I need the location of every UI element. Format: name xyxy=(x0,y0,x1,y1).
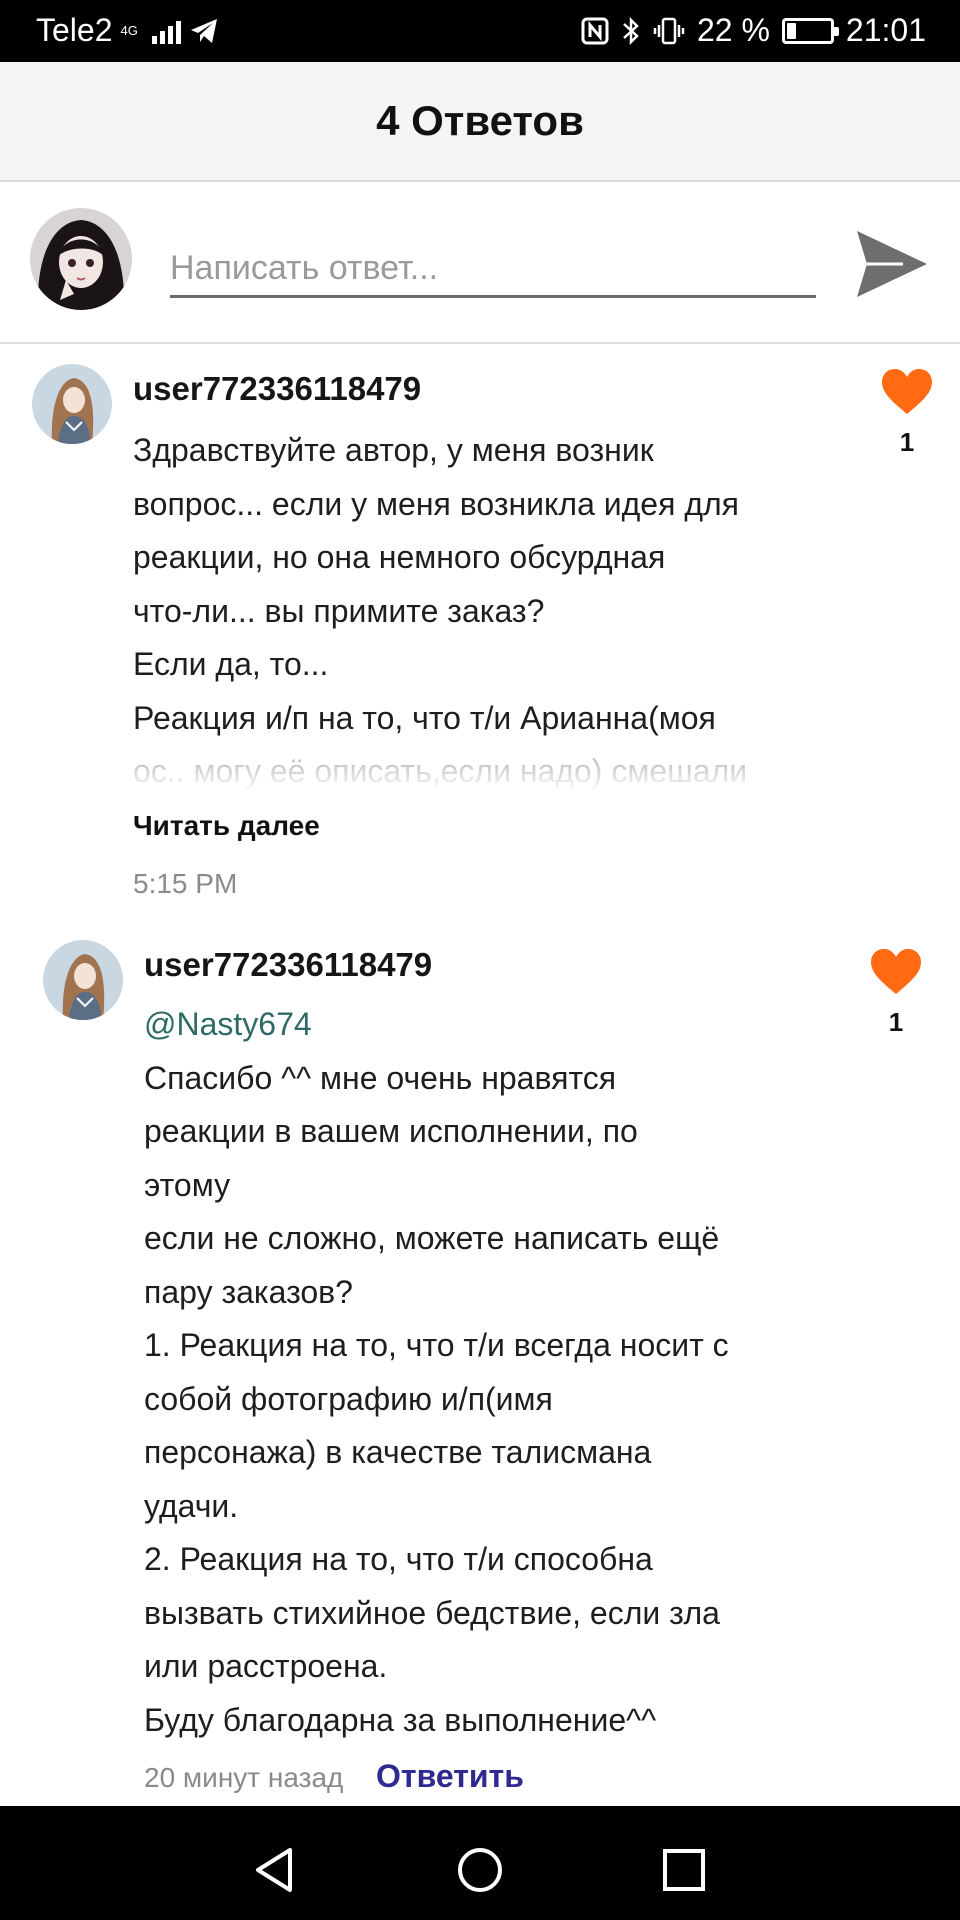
battery-icon xyxy=(781,17,839,44)
status-left: Tele2 4G xyxy=(36,12,219,49)
reply-button[interactable]: Ответить xyxy=(376,1758,524,1795)
text-line: вызвать стихийное бедствие, если зла xyxy=(144,1594,720,1631)
nav-recents-button[interactable] xyxy=(654,1840,714,1900)
my-avatar[interactable] xyxy=(30,208,132,310)
text-line: Буду благодарна за выполнение^^ xyxy=(144,1701,657,1738)
comment-time: 5:15 PM xyxy=(133,868,238,899)
nfc-icon xyxy=(581,17,609,44)
send-icon xyxy=(857,231,927,297)
clock: 21:01 xyxy=(845,12,926,48)
text-line: Реакция и/п на то, что т/и Арианна(моя xyxy=(133,699,716,736)
text-line: 1. Реакция на то, что т/и всегда носит с xyxy=(144,1327,729,1363)
status-right: 22 % 21:01 xyxy=(581,12,926,49)
text-line: если не сложно, можете написать ещё xyxy=(144,1220,720,1256)
text-line: пару заказов? xyxy=(144,1273,353,1310)
text-line: или расстроена. xyxy=(144,1648,388,1684)
read-more-link[interactable]: Читать далее xyxy=(133,810,320,842)
text-line: Если да, то... xyxy=(133,646,329,682)
like-count: 1 xyxy=(899,427,915,457)
avatar-image xyxy=(32,364,112,444)
nav-home-button[interactable] xyxy=(450,1840,510,1900)
text-line: что-ли... вы примите заказ? xyxy=(133,592,545,629)
signal-icon xyxy=(151,18,181,44)
mention-link[interactable]: @Nasty674 xyxy=(144,998,729,1052)
comment-author[interactable]: user772336118479 xyxy=(133,370,421,408)
carrier-name: Tele2 xyxy=(36,12,113,48)
comment-avatar[interactable] xyxy=(32,364,112,444)
text-line: реакции в вашем исполнении, по xyxy=(144,1113,638,1149)
text-line: реакции, но она немного обсурдная xyxy=(133,539,666,575)
nav-back-button[interactable] xyxy=(244,1840,304,1900)
avatar-image xyxy=(30,208,132,310)
comment-item: user772336118479 @Nasty674 Спасибо ^^ мн… xyxy=(0,918,960,1806)
heart-icon xyxy=(882,369,932,414)
bluetooth-icon xyxy=(623,16,639,45)
comment-item: user772336118479 Здравствуйте автор, у м… xyxy=(0,344,960,904)
text-fade xyxy=(133,740,813,790)
avatar-image xyxy=(43,940,123,1020)
like-button[interactable]: 1 xyxy=(877,368,937,458)
like-button[interactable]: 1 xyxy=(866,948,926,1038)
reply-input[interactable] xyxy=(170,242,816,298)
comment-avatar[interactable] xyxy=(43,940,123,1020)
network-type: 4G xyxy=(120,23,138,38)
vibrate-icon xyxy=(653,17,685,44)
text-line: удачи. xyxy=(144,1487,239,1524)
comment-time: 20 минут назад xyxy=(144,1762,344,1793)
system-nav-bar xyxy=(0,1806,960,1920)
square-recents-icon xyxy=(663,1849,705,1891)
status-bar: Tele2 4G 22 % 21:01 xyxy=(0,0,960,62)
circle-home-icon xyxy=(458,1848,502,1892)
triangle-back-icon xyxy=(256,1848,292,1892)
text-line: 2. Реакция на то, что т/и способна xyxy=(144,1541,653,1577)
comment-text: @Nasty674 Спасибо ^^ мне очень нравятся … xyxy=(144,998,729,1747)
like-count: 1 xyxy=(888,1007,904,1037)
page-title: 4 Ответов xyxy=(376,97,584,144)
page-header: 4 Ответов xyxy=(0,62,960,182)
text-line: собой фотографию и/п(имя xyxy=(144,1380,553,1417)
text-line: Здравствуйте автор, у меня возник xyxy=(133,432,654,468)
telegram-icon xyxy=(190,18,217,43)
battery-percent: 22 % xyxy=(696,12,770,48)
send-button[interactable] xyxy=(852,224,932,304)
heart-icon xyxy=(871,949,921,994)
comment-author[interactable]: user772336118479 xyxy=(144,946,432,984)
text-line: персонажа) в качестве талисмана xyxy=(144,1434,652,1470)
text-line: Спасибо ^^ мне очень нравятся xyxy=(144,1059,617,1096)
text-line: вопрос... если у меня возникла идея для xyxy=(133,485,739,522)
reply-composer xyxy=(0,182,960,344)
text-line: этому xyxy=(144,1166,231,1203)
